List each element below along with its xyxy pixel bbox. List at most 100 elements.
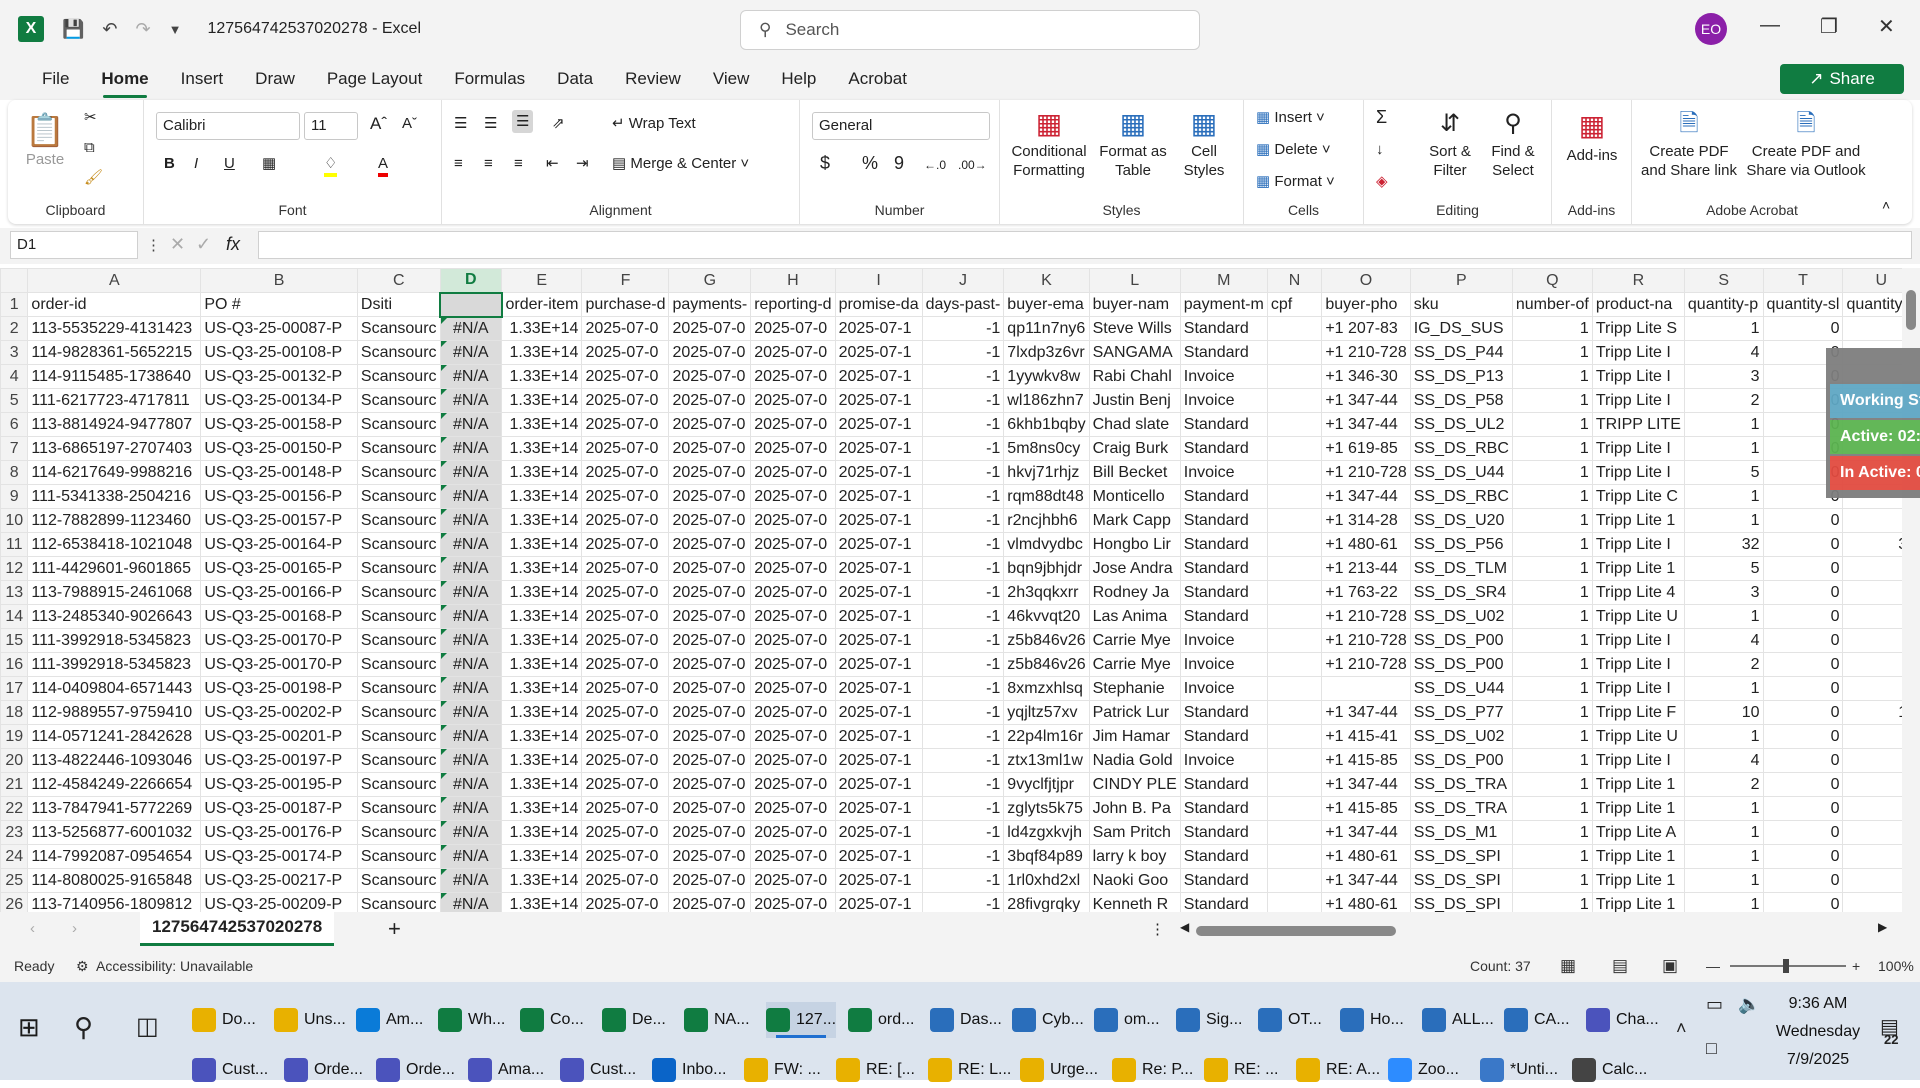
- insert-cells-button[interactable]: ▦ Insert ˅: [1256, 108, 1325, 127]
- cell[interactable]: US-Q3-25-00170-P: [200, 628, 358, 653]
- cell[interactable]: SS_DS_TRA: [1409, 796, 1513, 821]
- cell[interactable]: Standard: [1179, 532, 1268, 557]
- cell[interactable]: Tripp Lite S: [1591, 316, 1685, 341]
- row-header[interactable]: 14: [0, 604, 29, 629]
- cell[interactable]: 2025-07-0: [581, 748, 670, 773]
- cell[interactable]: 1: [1511, 772, 1593, 797]
- taskbar-app[interactable]: De...: [602, 1002, 666, 1038]
- cell[interactable]: 2025-07-1: [834, 316, 923, 341]
- cell[interactable]: TRIPP LITE: [1591, 412, 1685, 437]
- underline-icon[interactable]: U: [224, 154, 235, 173]
- autosum-icon[interactable]: Σ: [1376, 108, 1387, 127]
- cell[interactable]: 1: [1511, 700, 1593, 725]
- taskbar-app[interactable]: FW: ...: [744, 1052, 821, 1088]
- next-sheet-icon[interactable]: ›: [72, 920, 77, 937]
- cell[interactable]: 1.33E+14: [501, 820, 583, 845]
- cell[interactable]: 2025-07-0: [668, 700, 752, 725]
- cell[interactable]: 0: [1762, 652, 1844, 677]
- cell[interactable]: 2025-07-0: [668, 388, 752, 413]
- customize-qat-icon[interactable]: ▼: [169, 22, 182, 37]
- cell[interactable]: SS_DS_U02: [1409, 724, 1513, 749]
- cell[interactable]: [1266, 460, 1323, 485]
- cell[interactable]: [1266, 628, 1323, 653]
- cell[interactable]: Scansourc: [356, 460, 441, 485]
- search-box[interactable]: ⚲ Search: [740, 10, 1200, 50]
- cell[interactable]: 2025-07-1: [834, 460, 923, 485]
- cell[interactable]: 2025-07-0: [668, 316, 752, 341]
- cell[interactable]: US-Q3-25-00150-P: [200, 436, 358, 461]
- cell[interactable]: 2025-07-0: [750, 436, 836, 461]
- fill-color-icon[interactable]: ♢: [324, 154, 338, 177]
- cell[interactable]: 1: [1511, 412, 1593, 437]
- cell[interactable]: -1: [921, 580, 1005, 605]
- cell[interactable]: 1.33E+14: [501, 436, 583, 461]
- cell[interactable]: Scansourc: [356, 316, 441, 341]
- cell[interactable]: 2025-07-0: [668, 556, 752, 581]
- cell[interactable]: [1266, 772, 1323, 797]
- cell[interactable]: 32: [1683, 532, 1764, 557]
- cell[interactable]: 1.33E+14: [501, 700, 583, 725]
- cell[interactable]: 4: [1683, 748, 1764, 773]
- cell[interactable]: r2ncjhbh6: [1003, 508, 1090, 533]
- cell[interactable]: 1.33E+14: [501, 772, 583, 797]
- cell[interactable]: 1: [1683, 676, 1764, 701]
- cell[interactable]: Standard: [1179, 700, 1268, 725]
- cell[interactable]: Tripp Lite 1: [1591, 844, 1685, 869]
- cell[interactable]: 1.33E+14: [501, 364, 583, 389]
- cell[interactable]: Craig Burk: [1088, 436, 1181, 461]
- cell[interactable]: Scansourc: [356, 820, 441, 845]
- column-header[interactable]: E: [501, 268, 583, 293]
- taskbar-app[interactable]: RE: A...: [1296, 1052, 1380, 1088]
- cell[interactable]: +1 347-44: [1321, 820, 1411, 845]
- cell[interactable]: -1: [921, 460, 1005, 485]
- taskbar-app[interactable]: Co...: [520, 1002, 584, 1038]
- cell[interactable]: +1 619-85: [1321, 436, 1411, 461]
- cell[interactable]: Scansourc: [356, 892, 441, 912]
- row-header[interactable]: 5: [0, 388, 29, 413]
- cell[interactable]: 1.33E+14: [501, 580, 583, 605]
- cell[interactable]: US-Q3-25-00197-P: [200, 748, 358, 773]
- cell[interactable]: #N/A: [439, 724, 503, 749]
- column-header[interactable]: R: [1591, 268, 1685, 293]
- cell[interactable]: Standard: [1179, 892, 1268, 912]
- cell[interactable]: 2025-07-1: [834, 652, 923, 677]
- cell[interactable]: +1 210-728: [1321, 652, 1411, 677]
- cell[interactable]: 2025-07-0: [581, 628, 670, 653]
- cell[interactable]: SS_DS_SPI: [1409, 892, 1513, 912]
- cell[interactable]: 2025-07-0: [668, 844, 752, 869]
- cell[interactable]: 4: [1683, 628, 1764, 653]
- row-header[interactable]: 8: [0, 460, 29, 485]
- cell[interactable]: 2025-07-0: [581, 700, 670, 725]
- cell[interactable]: 1.33E+14: [501, 676, 583, 701]
- cell[interactable]: 2025-07-1: [834, 364, 923, 389]
- cell[interactable]: #N/A: [439, 820, 503, 845]
- cell[interactable]: 1: [1511, 628, 1593, 653]
- cell[interactable]: 2025-07-0: [668, 796, 752, 821]
- cell[interactable]: Scansourc: [356, 556, 441, 581]
- cell[interactable]: 2025-07-1: [834, 484, 923, 509]
- cell[interactable]: Nadia Gold: [1088, 748, 1181, 773]
- tab-review[interactable]: Review: [609, 58, 697, 100]
- cell[interactable]: Tripp Lite 4: [1591, 580, 1685, 605]
- cell[interactable]: SS_DS_U20: [1409, 508, 1513, 533]
- cell[interactable]: 1: [1511, 316, 1593, 341]
- cell[interactable]: 2025-07-0: [668, 868, 752, 893]
- cell[interactable]: +1 480-61: [1321, 532, 1411, 557]
- wrap-text-button[interactable]: ↵ Wrap Text: [612, 114, 696, 133]
- row-header[interactable]: 17: [0, 676, 29, 701]
- taskbar-app[interactable]: Uns...: [274, 1002, 346, 1038]
- bold-icon[interactable]: B: [164, 154, 175, 173]
- cell[interactable]: [1266, 652, 1323, 677]
- cell[interactable]: Rabi Chahl: [1088, 364, 1181, 389]
- cell[interactable]: 2025-07-1: [834, 868, 923, 893]
- cell[interactable]: promise-da: [834, 292, 923, 317]
- cell[interactable]: vlmdvydbc: [1003, 532, 1090, 557]
- cell[interactable]: 2025-07-0: [750, 604, 836, 629]
- cell[interactable]: 5m8ns0cy: [1003, 436, 1090, 461]
- cancel-icon[interactable]: ✕: [170, 234, 185, 255]
- worksheet-grid[interactable]: ABCDEFGHIJKLMNOPQRSTU 1 order-id PO # Dsiti…: [0, 268, 1920, 912]
- cell[interactable]: Justin Benj: [1088, 388, 1181, 413]
- save-icon[interactable]: 💾: [62, 19, 84, 40]
- cell[interactable]: 2025-07-1: [834, 700, 923, 725]
- italic-icon[interactable]: I: [194, 154, 198, 173]
